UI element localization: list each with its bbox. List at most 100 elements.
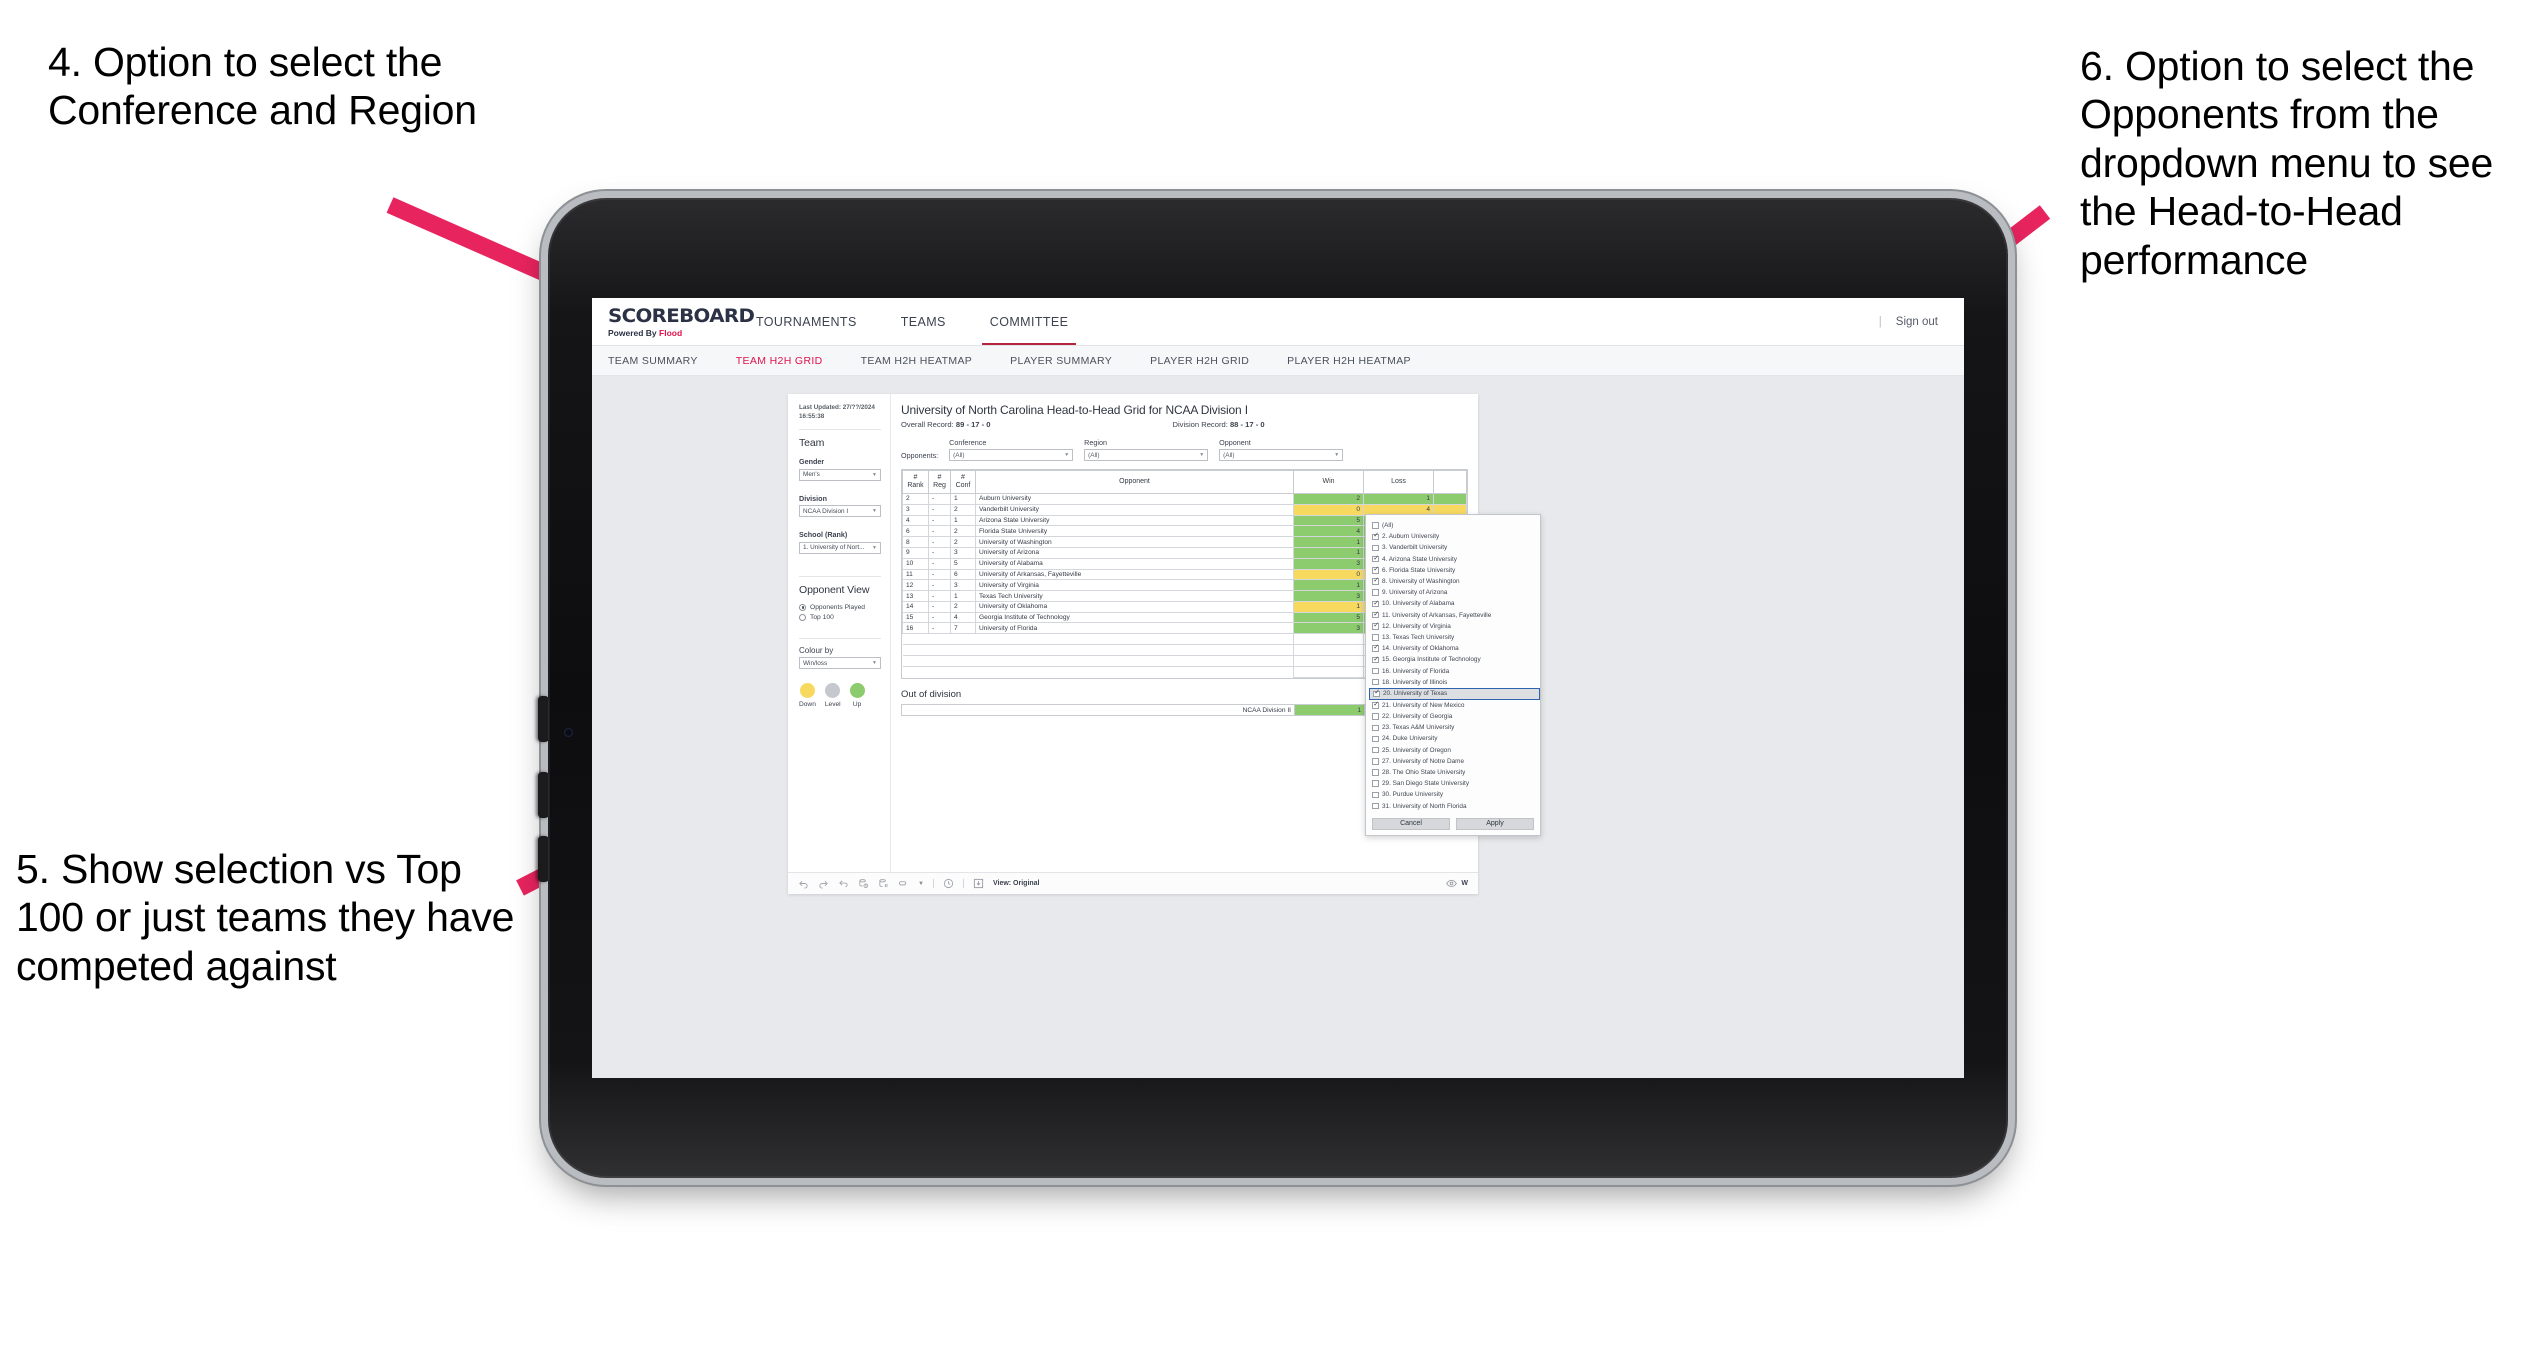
opponent-dropdown-item[interactable]: 6. Florida State University — [1370, 565, 1540, 576]
checkbox-icon[interactable] — [1372, 746, 1379, 754]
nav-tournaments[interactable]: TOURNAMENTS — [734, 298, 879, 345]
gender-select[interactable]: Men's ▼ — [799, 468, 881, 481]
opponent-dropdown-item[interactable]: 16. University of Florida — [1370, 665, 1540, 676]
device-button-volume-up[interactable] — [538, 696, 549, 742]
opponent-dropdown-item[interactable]: 12. University of Virginia — [1370, 621, 1540, 632]
revert-icon[interactable] — [838, 878, 849, 889]
opponent-dropdown-item[interactable]: 13. Texas Tech University — [1370, 632, 1540, 643]
opponent-dropdown-item[interactable]: 3. Vanderbilt University — [1370, 542, 1540, 553]
checkbox-icon[interactable] — [1372, 724, 1379, 732]
checkbox-icon[interactable] — [1372, 713, 1379, 720]
checkbox-icon[interactable] — [1372, 611, 1379, 619]
subnav-player-h2h-grid[interactable]: PLAYER H2H GRID — [1150, 355, 1249, 367]
radio-opponents-played[interactable]: Opponents Played — [799, 603, 881, 611]
nav-teams[interactable]: TEAMS — [879, 298, 968, 345]
refresh-icon[interactable] — [858, 878, 869, 889]
colour-by-select[interactable]: Win/loss ▼ — [799, 657, 881, 670]
checkbox-icon[interactable] — [1372, 622, 1379, 630]
col-extra[interactable] — [1433, 469, 1467, 495]
checkbox-icon[interactable] — [1372, 644, 1379, 652]
checkbox-icon[interactable] — [1372, 758, 1379, 765]
checkbox-icon[interactable] — [1372, 634, 1379, 641]
radio-top-100[interactable]: Top 100 — [799, 613, 881, 621]
col-opponent[interactable]: Opponent — [975, 469, 1294, 495]
school-rank-select[interactable]: 1. University of Nort... ▼ — [799, 541, 881, 554]
opponent-dropdown-item[interactable]: 20. University of Texas — [1369, 687, 1540, 700]
opponent-dropdown-item[interactable]: 18. University of Illinois — [1370, 677, 1540, 688]
opponent-dropdown-item[interactable]: 15. Georgia Institute of Technology — [1370, 654, 1540, 665]
apply-button[interactable]: Apply — [1456, 817, 1534, 830]
sign-out-link[interactable]: Sign out — [1896, 316, 1938, 328]
opponent-dropdown-item[interactable]: 2. Auburn University — [1370, 531, 1540, 542]
opponent-dropdown-item[interactable]: 14. University of Oklahoma — [1370, 643, 1540, 654]
checkbox-icon[interactable] — [1372, 589, 1379, 596]
opponent-dropdown-item[interactable]: 11. University of Arkansas, Fayetteville — [1370, 610, 1540, 621]
division-select[interactable]: NCAA Division I ▼ — [799, 505, 881, 518]
nav-committee[interactable]: COMMITTEE — [968, 298, 1091, 345]
checkbox-icon[interactable] — [1372, 544, 1379, 552]
opponent-dropdown-item[interactable]: 27. University of Notre Dame — [1370, 756, 1540, 767]
opponent-dropdown-item[interactable]: 29. San Diego State University — [1370, 778, 1540, 789]
opponent-dropdown-item[interactable]: 22. University of Georgia — [1370, 711, 1540, 722]
opponent-dropdown-item[interactable]: 28. The Ohio State University — [1370, 767, 1540, 778]
opponent-dropdown-item[interactable]: 30. Purdue University — [1370, 789, 1540, 800]
pause-icon[interactable] — [878, 878, 889, 889]
checkbox-icon[interactable] — [1372, 791, 1379, 799]
radio-icon-selected — [799, 603, 806, 611]
checkbox-icon[interactable] — [1372, 667, 1379, 675]
subnav-team-h2h-grid[interactable]: TEAM H2H GRID — [736, 355, 823, 367]
opponent-dropdown-menu[interactable]: (All) 2. Auburn University 3. Vanderbilt U… — [1365, 514, 1541, 836]
subnav-player-summary[interactable]: PLAYER SUMMARY — [1010, 355, 1112, 367]
checkbox-icon[interactable] — [1373, 690, 1380, 698]
checkbox-icon[interactable] — [1372, 735, 1379, 743]
opponent-dropdown-item[interactable]: 10. University of Alabama — [1370, 598, 1540, 609]
col-loss[interactable]: Loss — [1363, 469, 1434, 495]
checkbox-icon[interactable] — [1372, 566, 1379, 574]
subnav-team-summary[interactable]: TEAM SUMMARY — [608, 355, 698, 367]
opponent-dropdown-item[interactable]: 4. Arizona State University — [1370, 554, 1540, 565]
opponent-dropdown-item[interactable]: (All) — [1370, 520, 1540, 531]
checkbox-icon[interactable] — [1372, 522, 1379, 529]
table-row[interactable]: 2-1 Auburn University 2 1 — [902, 493, 1467, 505]
chevron-down-icon[interactable]: ▼ — [918, 881, 924, 887]
opponent-dropdown-item[interactable]: 25. University of Oregon — [1370, 745, 1540, 756]
clock-icon[interactable] — [943, 878, 954, 889]
conference-filter-select[interactable]: (All) ▼ — [949, 449, 1074, 461]
checkbox-icon[interactable] — [1372, 769, 1379, 776]
checkbox-icon[interactable] — [1372, 555, 1379, 563]
checkbox-icon[interactable] — [1372, 600, 1379, 608]
cancel-button[interactable]: Cancel — [1372, 817, 1450, 830]
opponent-dropdown-item[interactable]: 21. University of New Mexico — [1370, 700, 1540, 711]
undo-icon[interactable] — [798, 878, 809, 889]
opponent-dropdown-item[interactable]: 8. University of Washington — [1370, 576, 1540, 587]
col-rank-text: Rank — [907, 482, 924, 490]
device-button-volume-down[interactable] — [538, 772, 549, 818]
download-view-icon[interactable] — [973, 878, 984, 889]
subnav-player-h2h-heatmap[interactable]: PLAYER H2H HEATMAP — [1287, 355, 1411, 367]
opponent-dropdown-item[interactable]: 24. Duke University — [1370, 733, 1540, 744]
opponent-dropdown-item[interactable]: 23. Texas A&M University — [1370, 722, 1540, 733]
region-filter-select[interactable]: (All) ▼ — [1084, 449, 1209, 461]
checkbox-icon[interactable] — [1372, 656, 1379, 664]
view-original-label[interactable]: View: Original — [993, 880, 1040, 887]
app-logo[interactable]: SCOREBOARD Powered By Flood — [592, 298, 755, 345]
checkbox-icon[interactable] — [1372, 701, 1379, 709]
col-win[interactable]: Win — [1293, 469, 1364, 495]
opponent-filter-select[interactable]: (All) ▼ — [1219, 449, 1344, 461]
checkbox-icon[interactable] — [1372, 802, 1379, 810]
checkbox-icon[interactable] — [1372, 780, 1379, 787]
device-button-power[interactable] — [538, 836, 549, 882]
eye-icon[interactable] — [1446, 878, 1458, 889]
redo-icon[interactable] — [818, 878, 829, 889]
opponent-dropdown-item[interactable]: 9. University of Arizona — [1370, 587, 1540, 598]
view-dropdown-icon[interactable] — [898, 878, 909, 889]
col-conf[interactable]: # Conf — [950, 469, 976, 495]
checkbox-icon[interactable] — [1372, 577, 1379, 585]
subnav-team-h2h-heatmap[interactable]: TEAM H2H HEATMAP — [861, 355, 973, 367]
checkbox-icon[interactable] — [1372, 678, 1379, 686]
col-reg[interactable]: # Reg — [928, 469, 951, 495]
col-rank[interactable]: # Rank — [902, 469, 929, 495]
watch-area[interactable]: W — [1446, 878, 1468, 889]
opponent-dropdown-item[interactable]: 31. University of North Florida — [1370, 801, 1540, 812]
checkbox-icon[interactable] — [1372, 533, 1379, 541]
